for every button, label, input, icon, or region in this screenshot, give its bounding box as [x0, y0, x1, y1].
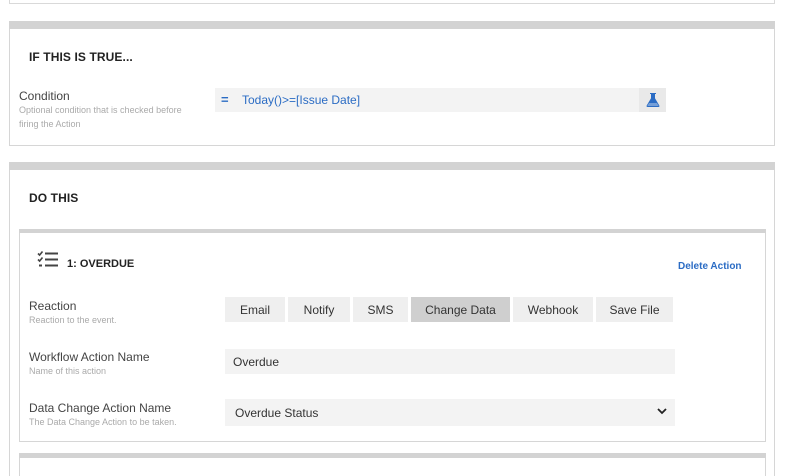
reaction-notify-button[interactable]: Notify	[288, 297, 350, 322]
workflow-action-name-help: Name of this action	[29, 366, 107, 376]
equals-icon: =	[221, 92, 229, 107]
condition-help-line-2: firing the Action	[19, 119, 81, 129]
next-action-item	[19, 453, 766, 476]
action-item: 1: OVERDUE Delete Action Reaction Reacti…	[19, 229, 766, 442]
action-title: 1: OVERDUE	[67, 258, 135, 270]
condition-input[interactable]: = Today()>=[Issue Date]	[215, 88, 666, 112]
reaction-email-button[interactable]: Email	[225, 297, 285, 322]
workflow-action-name-label: Workflow Action Name	[29, 350, 150, 364]
reaction-save-file-button[interactable]: Save File	[596, 297, 673, 322]
previous-card-edge	[9, 0, 775, 4]
reaction-help: Reaction to the event.	[29, 315, 117, 325]
reaction-options: Email Notify SMS Change Data Webhook Sav…	[225, 297, 673, 322]
reaction-webhook-button[interactable]: Webhook	[513, 297, 593, 322]
checklist-icon	[37, 250, 59, 273]
condition-expression[interactable]: Today()>=[Issue Date]	[242, 93, 360, 107]
data-change-action-label: Data Change Action Name	[29, 401, 172, 415]
actions-card: DO THIS 1: OVERDUE Delete Action Reactio…	[9, 162, 775, 476]
data-change-action-help: The Data Change Action to be taken.	[29, 417, 177, 427]
condition-help: Optional condition that is checked befor…	[19, 103, 182, 131]
condition-help-line-1: Optional condition that is checked befor…	[19, 105, 182, 115]
condition-card: IF THIS IS TRUE... Condition Optional co…	[9, 21, 775, 146]
reaction-sms-button[interactable]: SMS	[353, 297, 408, 322]
reaction-label: Reaction	[29, 299, 77, 313]
chevron-down-icon	[657, 408, 667, 415]
workflow-action-name-input[interactable]: Overdue	[225, 349, 675, 374]
data-change-action-value: Overdue Status	[235, 406, 319, 420]
section-title-if: IF THIS IS TRUE...	[29, 50, 133, 64]
section-title-do: DO THIS	[29, 191, 79, 205]
flask-icon	[646, 93, 659, 107]
reaction-change-data-button[interactable]: Change Data	[411, 297, 510, 322]
condition-label: Condition	[19, 89, 70, 103]
delete-action-link[interactable]: Delete Action	[678, 261, 742, 272]
data-change-action-select[interactable]: Overdue Status	[225, 399, 675, 426]
test-condition-button[interactable]	[639, 88, 666, 112]
